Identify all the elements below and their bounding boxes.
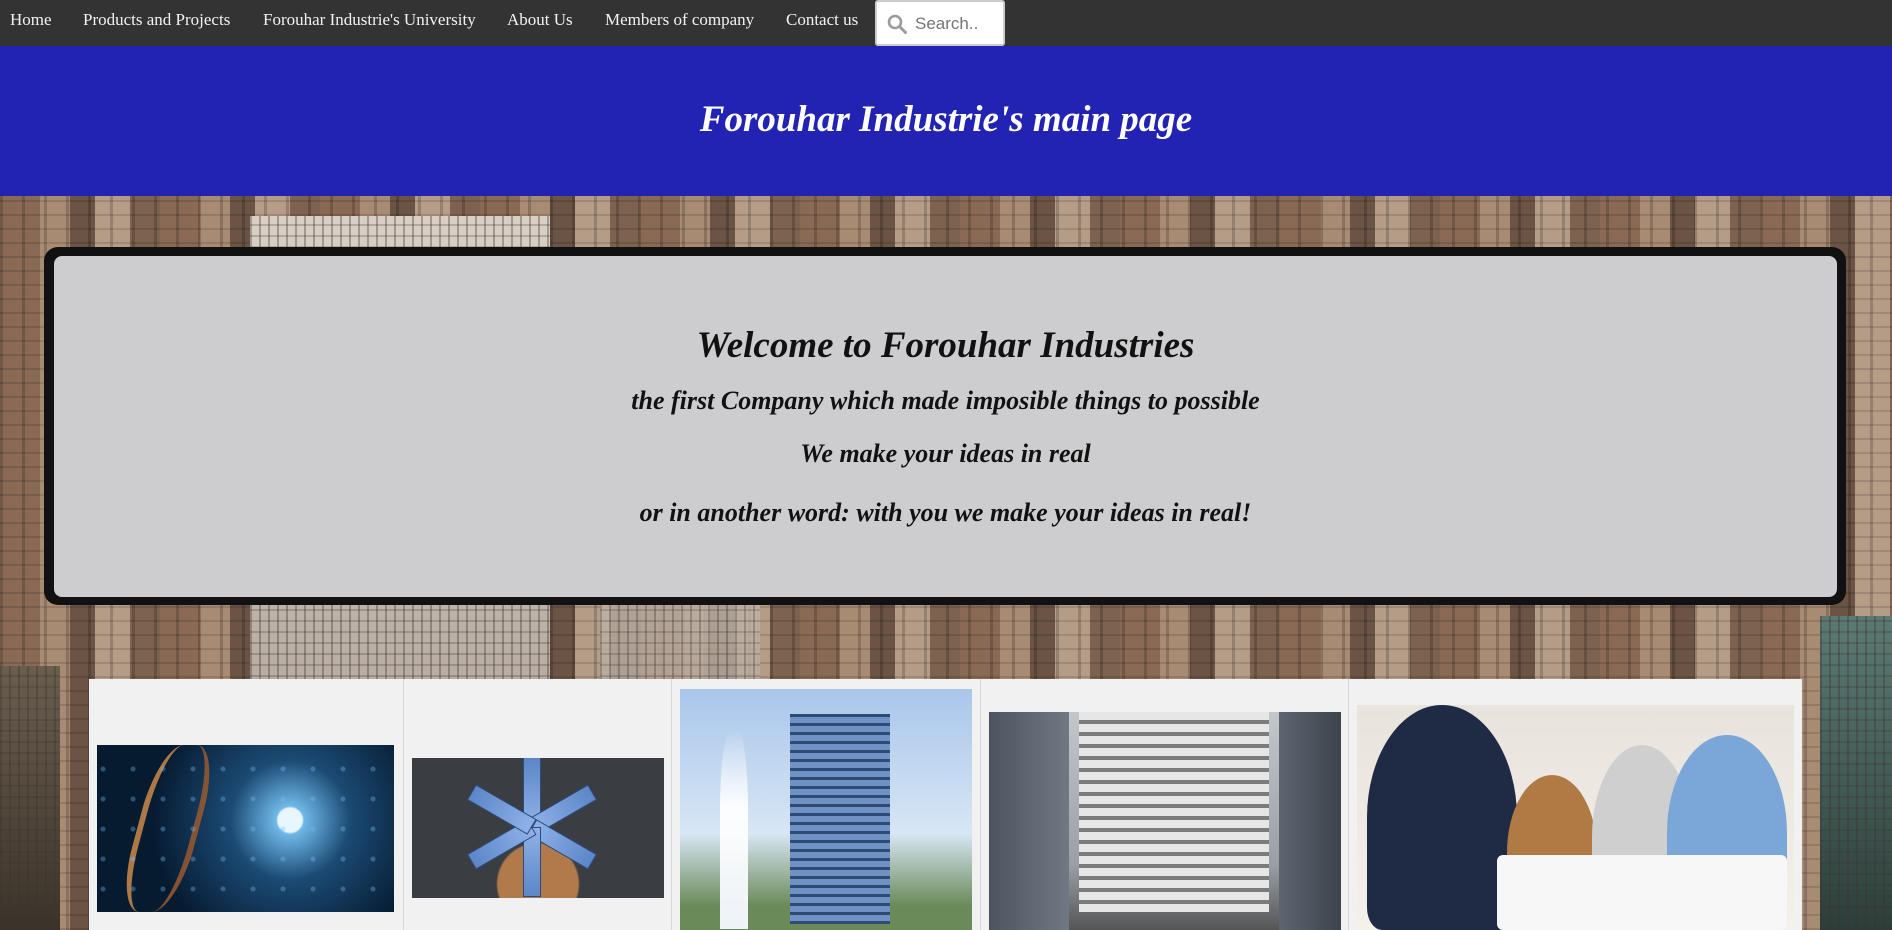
welcome-panel: Welcome to Forouhar Industries the first… <box>54 256 1837 597</box>
welcome-title: Welcome to Forouhar Industries <box>696 325 1195 366</box>
page-title: Forouhar Industrie's main page <box>699 99 1193 140</box>
welcome-tagline: the first Company which made imposible t… <box>631 386 1260 415</box>
nav-home-link[interactable]: Home <box>10 0 52 40</box>
header-banner: Forouhar Industrie's main page <box>0 46 1892 196</box>
city-street-image[interactable] <box>989 712 1341 930</box>
top-navigation: Home Products and Projects Forouhar Indu… <box>0 0 1892 46</box>
nav-products-link[interactable]: Products and Projects <box>83 0 230 40</box>
dna-robot-image[interactable] <box>97 745 394 912</box>
nav-university-link[interactable]: Forouhar Industrie's University <box>263 0 476 40</box>
welcome-closing: or in another word: with you we make you… <box>639 498 1252 527</box>
welcome-subtitle: We make your ideas in real <box>800 439 1091 468</box>
nav-about-link[interactable]: About Us <box>507 0 573 40</box>
nav-members-link[interactable]: Members of company <box>605 0 754 40</box>
search-icon <box>887 14 907 34</box>
nav-contact-link[interactable]: Contact us <box>786 0 858 40</box>
tower-fountain-image[interactable] <box>680 689 972 930</box>
search-box[interactable] <box>875 0 1005 46</box>
search-input[interactable] <box>915 12 1001 36</box>
image-gallery <box>89 679 1802 930</box>
team-meeting-image[interactable] <box>1357 705 1794 930</box>
solar-fan-image[interactable] <box>412 758 664 898</box>
